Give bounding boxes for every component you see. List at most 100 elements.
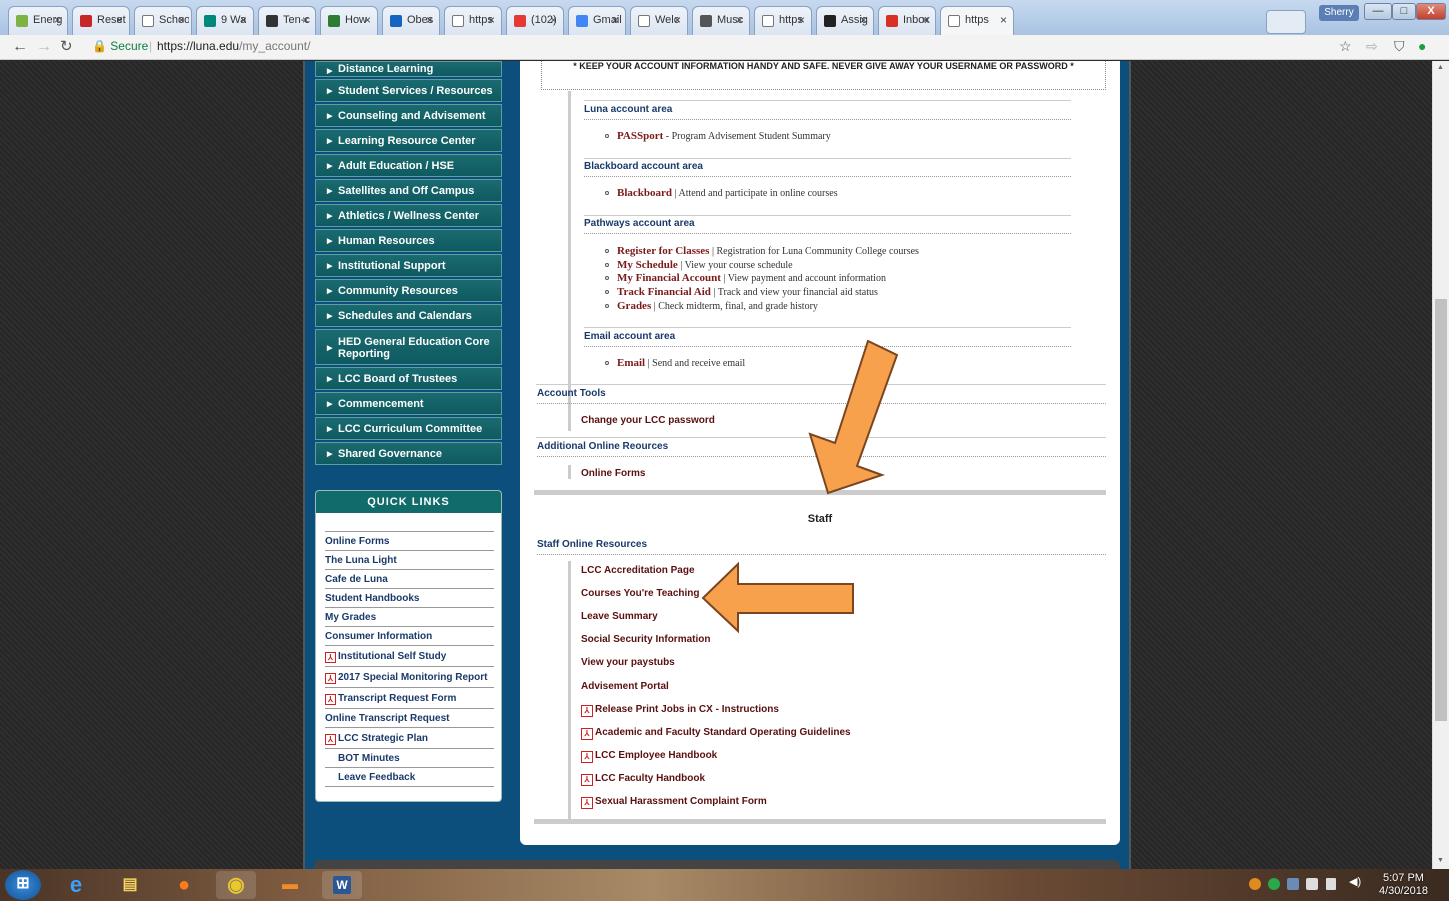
tray-app-icon[interactable] xyxy=(1249,878,1261,890)
pathways-link[interactable]: My Schedule xyxy=(617,259,678,271)
tray-network-icon[interactable] xyxy=(1306,878,1318,890)
staff-resource-link[interactable]: ⅄ LCC Faculty Handbook xyxy=(581,773,705,786)
pathways-link[interactable]: Register for Classes xyxy=(617,245,709,257)
close-tab-icon[interactable]: × xyxy=(860,13,867,27)
browser-tab[interactable]: Energ × xyxy=(8,6,68,35)
forward-icon[interactable]: → xyxy=(36,38,52,56)
url-field[interactable]: https://luna.edu/my_account/ xyxy=(157,39,310,53)
nav-item[interactable]: ▶ Community Resources xyxy=(315,279,502,302)
quick-link[interactable]: Cafe de Luna xyxy=(325,570,494,589)
close-tab-icon[interactable]: × xyxy=(550,13,557,27)
quick-link[interactable]: ⅄ Transcript Request Form xyxy=(325,688,494,709)
browser-tab[interactable]: Reset × xyxy=(72,6,130,35)
close-tab-icon[interactable]: × xyxy=(54,13,61,27)
close-tab-icon[interactable]: × xyxy=(240,13,247,27)
extension-icon[interactable]: ● xyxy=(1418,38,1426,54)
quick-link[interactable]: Online Transcript Request xyxy=(325,709,494,728)
page-scrollbar[interactable]: ▲ ▼ xyxy=(1432,61,1449,869)
pathways-link[interactable]: Grades xyxy=(617,300,651,312)
browser-tab[interactable]: https × xyxy=(754,6,812,35)
staff-resource-link[interactable]: Social Security Information xyxy=(581,634,710,645)
tray-sync-icon[interactable] xyxy=(1268,878,1280,890)
browser-tab[interactable]: Gmail × xyxy=(568,6,626,35)
staff-resource-link[interactable]: Advisement Portal xyxy=(581,681,669,692)
nav-item[interactable]: ▶ Distance Learning xyxy=(315,61,502,77)
browser-tab[interactable]: Musc × xyxy=(692,6,750,35)
browser-tab[interactable]: Obes × xyxy=(382,6,440,35)
close-tab-icon[interactable]: × xyxy=(178,13,185,27)
quick-link[interactable]: ⅄ 2017 Special Monitoring Report xyxy=(325,667,494,688)
browser-tab[interactable]: Inbox × xyxy=(878,6,936,35)
tray-flag-icon[interactable] xyxy=(1326,878,1336,890)
word-icon[interactable]: W xyxy=(322,871,362,899)
quick-link[interactable]: My Grades xyxy=(325,608,494,627)
browser-tab[interactable]: https × xyxy=(444,6,502,35)
reload-icon[interactable]: ↻ xyxy=(60,38,73,56)
pathways-link[interactable]: My Financial Account xyxy=(617,272,721,284)
luna-link[interactable]: PASSport xyxy=(617,130,663,142)
nav-item[interactable]: ▶ Shared Governance xyxy=(315,442,502,465)
scroll-down-icon[interactable]: ▼ xyxy=(1437,857,1444,864)
staff-resource-link[interactable]: ⅄ Release Print Jobs in CX - Instructions xyxy=(581,704,779,717)
app-icon[interactable]: ▬ xyxy=(270,871,310,899)
window-minimize-button[interactable]: — xyxy=(1364,3,1392,20)
close-tab-icon[interactable]: × xyxy=(798,13,805,27)
nav-item[interactable]: ▶ Learning Resource Center xyxy=(315,129,502,152)
window-maximize-button[interactable]: □ xyxy=(1392,3,1416,20)
close-tab-icon[interactable]: × xyxy=(426,13,433,27)
nav-item[interactable]: ▶ Human Resources xyxy=(315,229,502,252)
quick-link[interactable]: ⅄ Institutional Self Study xyxy=(325,646,494,667)
close-tab-icon[interactable]: × xyxy=(116,13,123,27)
staff-resource-link[interactable]: ⅄ Academic and Faculty Standard Operating… xyxy=(581,727,851,740)
nav-item[interactable]: ▶ HED General Education Core Reporting xyxy=(315,329,502,365)
nav-item[interactable]: ▶ Schedules and Calendars xyxy=(315,304,502,327)
online-forms-link[interactable]: Online Forms xyxy=(581,468,645,479)
shield-extension-icon[interactable]: ⛉ xyxy=(1394,38,1405,55)
quick-link[interactable]: The Luna Light xyxy=(325,551,494,570)
nav-item[interactable]: ▶ Student Services / Resources xyxy=(315,79,502,102)
quick-link[interactable]: BOT Minutes xyxy=(325,749,494,768)
quick-link[interactable]: Student Handbooks xyxy=(325,589,494,608)
bookmark-star-icon[interactable]: ☆ xyxy=(1339,38,1352,55)
staff-resource-link[interactable]: LCC Accreditation Page xyxy=(581,565,695,576)
nav-item[interactable]: ▶ Athletics / Wellness Center xyxy=(315,204,502,227)
change-password-link[interactable]: Change your LCC password xyxy=(581,415,715,426)
quick-link[interactable]: Consumer Information xyxy=(325,627,494,646)
internet-explorer-icon[interactable]: e xyxy=(56,871,96,899)
nav-item[interactable]: ▶ Commencement xyxy=(315,392,502,415)
chrome-icon[interactable]: ◉ xyxy=(216,871,256,899)
nav-item[interactable]: ▶ Adult Education / HSE xyxy=(315,154,502,177)
system-clock[interactable]: 5:07 PM 4/30/2018 xyxy=(1379,872,1428,898)
staff-resource-link[interactable]: ⅄ LCC Employee Handbook xyxy=(581,750,717,763)
browser-tab[interactable]: 9 Wa × xyxy=(196,6,254,35)
back-icon[interactable]: ← xyxy=(12,38,28,56)
browser-tab[interactable]: Assig × xyxy=(816,6,874,35)
profile-button[interactable]: Sherry xyxy=(1319,5,1359,21)
nav-item[interactable]: ▶ Institutional Support xyxy=(315,254,502,277)
browser-tab[interactable]: Schoo × xyxy=(134,6,192,35)
quick-link[interactable]: Online Forms xyxy=(325,532,494,551)
staff-resource-link[interactable]: Courses You're Teaching xyxy=(581,588,700,599)
tray-volume-icon[interactable]: ◀) xyxy=(1349,875,1361,888)
close-tab-icon[interactable]: × xyxy=(922,13,929,27)
close-tab-icon[interactable]: × xyxy=(302,13,309,27)
secure-indicator[interactable]: 🔒 Secure xyxy=(92,39,148,53)
close-tab-icon[interactable]: × xyxy=(364,13,371,27)
pathways-link[interactable]: Track Financial Aid xyxy=(617,286,711,298)
firefox-icon[interactable]: ● xyxy=(164,871,204,899)
quick-link[interactable]: ⅄ LCC Strategic Plan xyxy=(325,728,494,749)
start-button[interactable]: ⊞ xyxy=(5,870,41,900)
browser-tab[interactable]: Ten-c × xyxy=(258,6,316,35)
browser-tab[interactable]: Welc × xyxy=(630,6,688,35)
window-close-button[interactable]: X xyxy=(1416,3,1446,20)
close-tab-icon[interactable]: × xyxy=(612,13,619,27)
nav-item[interactable]: ▶ Counseling and Advisement xyxy=(315,104,502,127)
scroll-up-icon[interactable]: ▲ xyxy=(1437,64,1444,71)
staff-resource-link[interactable]: ⅄ Sexual Harassment Complaint Form xyxy=(581,796,767,809)
tray-usb-icon[interactable] xyxy=(1287,878,1299,890)
close-tab-icon[interactable]: × xyxy=(1000,13,1007,27)
nav-item[interactable]: ▶ LCC Board of Trustees xyxy=(315,367,502,390)
staff-resource-link[interactable]: View your paystubs xyxy=(581,657,675,668)
browser-tab[interactable]: (102) × xyxy=(506,6,564,35)
file-explorer-icon[interactable]: ▤ xyxy=(110,871,150,899)
